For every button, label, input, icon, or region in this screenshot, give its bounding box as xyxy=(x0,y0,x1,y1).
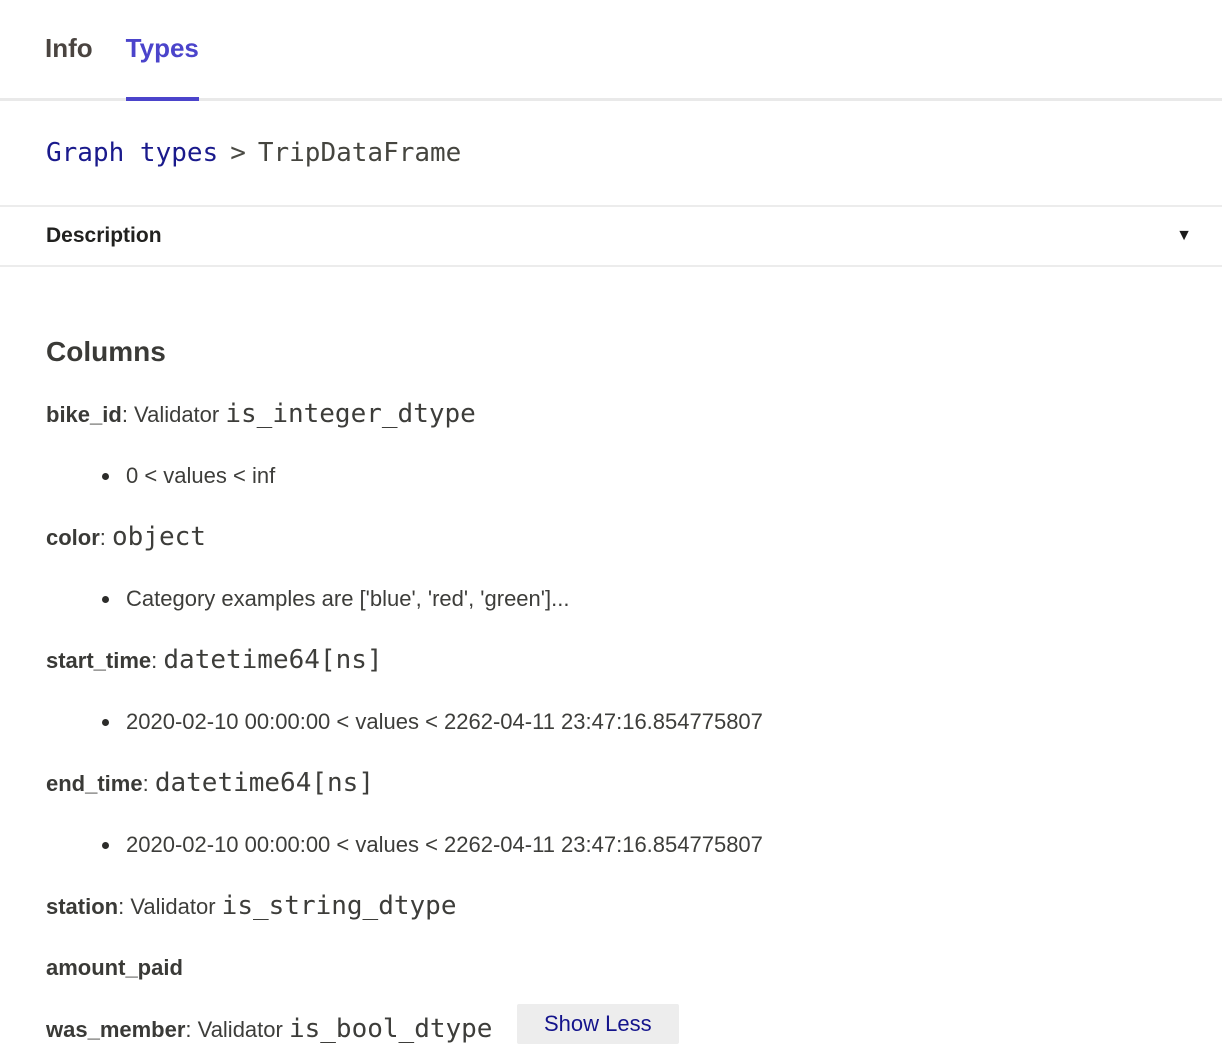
column-dtype-code: datetime64[ns] xyxy=(163,645,382,675)
column-name: end_time xyxy=(46,771,143,796)
column-dtype-code: datetime64[ns] xyxy=(155,768,374,798)
column-dtype-code: object xyxy=(112,522,206,552)
show-less-button[interactable]: Show Less xyxy=(517,1004,679,1044)
column-middle-text: : xyxy=(151,648,163,673)
constraint-item: 2020-02-10 00:00:00 < values < 2262-04-1… xyxy=(46,830,1176,860)
column-middle-text: : Validator xyxy=(185,1017,289,1042)
constraint-item: 0 < values < inf xyxy=(46,461,1176,491)
column-name: amount_paid xyxy=(46,955,183,980)
columns-section: Columns bike_id: Validator is_integer_dt… xyxy=(0,336,1222,1045)
tab-types[interactable]: Types xyxy=(126,0,199,101)
column-middle-text: : Validator xyxy=(122,402,226,427)
column-entry: end_time: datetime64[ns] 2020-02-10 00:0… xyxy=(46,768,1176,860)
column-entry: color: object Category examples are ['bl… xyxy=(46,522,1176,614)
column-entry: station: Validator is_string_dtype xyxy=(46,891,1176,922)
column-entry: bike_id: Validator is_integer_dtype 0 < … xyxy=(46,399,1176,491)
tab-info[interactable]: Info xyxy=(45,0,93,101)
column-name: station xyxy=(46,894,118,919)
column-entry: amount_paid xyxy=(46,953,1176,983)
constraint-list: Category examples are ['blue', 'red', 'g… xyxy=(46,584,1176,614)
description-label: Description xyxy=(46,224,162,248)
constraint-list: 2020-02-10 00:00:00 < values < 2262-04-1… xyxy=(46,830,1176,860)
column-middle-text: : xyxy=(100,525,112,550)
column-name: was_member xyxy=(46,1017,185,1042)
column-entry: start_time: datetime64[ns] 2020-02-10 00… xyxy=(46,645,1176,737)
column-dtype-code: is_string_dtype xyxy=(222,891,457,921)
constraint-list: 2020-02-10 00:00:00 < values < 2262-04-1… xyxy=(46,707,1176,737)
column-middle-text: : xyxy=(143,771,155,796)
column-name: start_time xyxy=(46,648,151,673)
column-dtype-code: is_bool_dtype xyxy=(289,1014,493,1044)
chevron-down-icon[interactable]: ▼ xyxy=(1176,228,1192,244)
columns-entries: bike_id: Validator is_integer_dtype 0 < … xyxy=(46,399,1176,1045)
breadcrumb-separator: > xyxy=(230,138,246,168)
constraint-item: 2020-02-10 00:00:00 < values < 2262-04-1… xyxy=(46,707,1176,737)
breadcrumb-current-page: TripDataFrame xyxy=(258,138,462,168)
breadcrumb-link-graph-types[interactable]: Graph types xyxy=(46,138,218,168)
column-dtype-code: is_integer_dtype xyxy=(225,399,475,429)
breadcrumb: Graph types > TripDataFrame xyxy=(0,101,1222,207)
column-name: bike_id xyxy=(46,402,122,427)
description-section-header[interactable]: Description ▼ xyxy=(0,207,1222,267)
tab-bar: Info Types xyxy=(0,0,1222,101)
columns-heading: Columns xyxy=(46,336,1176,368)
constraint-item: Category examples are ['blue', 'red', 'g… xyxy=(46,584,1176,614)
column-middle-text: : Validator xyxy=(118,894,222,919)
constraint-list: 0 < values < inf xyxy=(46,461,1176,491)
column-name: color xyxy=(46,525,100,550)
